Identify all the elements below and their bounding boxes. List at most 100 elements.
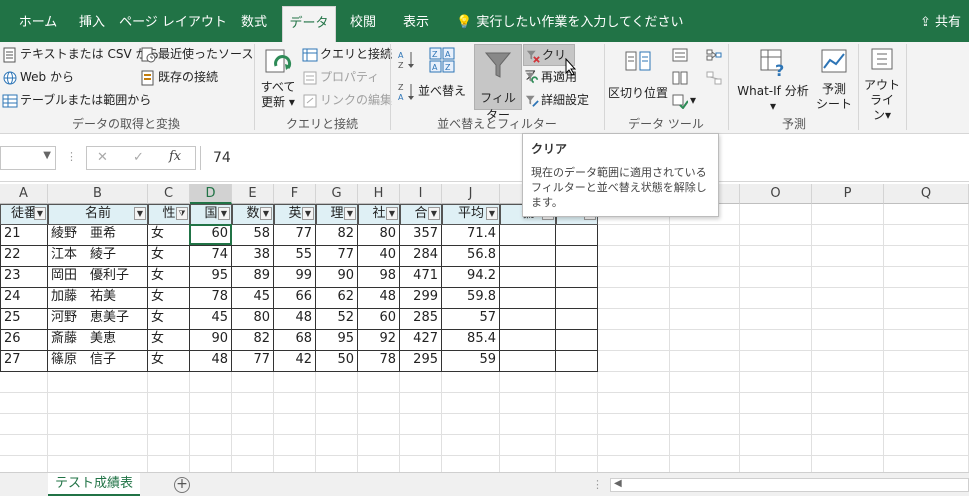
table-cell[interactable]: 女 [148, 225, 190, 246]
remove-duplicates-button[interactable] [672, 67, 690, 87]
worksheet-grid[interactable]: ABCDEFGHIJKLMNOPQ 徒番▼名前▼性⧩国▼数▼英▼理▼社▼合▼平均… [0, 182, 969, 477]
cell[interactable] [740, 414, 812, 435]
cell[interactable] [670, 246, 740, 267]
filter-dropdown-icon[interactable]: ▼ [344, 207, 356, 220]
name-box[interactable]: ▼ [0, 146, 56, 170]
cell[interactable] [884, 414, 969, 435]
filter-dropdown-icon[interactable]: ▼ [34, 207, 46, 220]
existing-connections-button[interactable]: 既存の接続 [140, 67, 218, 87]
cell[interactable] [190, 435, 232, 456]
table-cell[interactable]: 女 [148, 351, 190, 372]
insert-function-icon[interactable]: fx [169, 149, 181, 164]
tab-review[interactable]: 校閲 [340, 6, 386, 42]
cell[interactable] [556, 435, 598, 456]
table-cell[interactable]: 50 [316, 351, 358, 372]
cell[interactable] [232, 414, 274, 435]
cell[interactable] [670, 267, 740, 288]
column-header[interactable]: I [400, 184, 442, 204]
table-cell[interactable]: 斎藤 美恵 [48, 330, 148, 351]
table-cell[interactable]: 59 [442, 351, 500, 372]
table-header-cell[interactable]: 社 ▼ [358, 204, 400, 225]
table-cell[interactable]: 95 [190, 267, 232, 288]
table-cell[interactable]: 38 [232, 246, 274, 267]
cell[interactable] [598, 288, 670, 309]
recent-sources-button[interactable]: 最近使ったソース [140, 44, 253, 64]
cell[interactable] [316, 393, 358, 414]
cell[interactable] [500, 414, 556, 435]
refresh-all-button[interactable]: すべて 更新 ▾ [258, 46, 298, 110]
cell[interactable] [400, 372, 442, 393]
cell[interactable] [598, 246, 670, 267]
table-cell[interactable]: 女 [148, 267, 190, 288]
cell[interactable] [442, 414, 500, 435]
cell[interactable] [316, 372, 358, 393]
table-cell[interactable] [556, 288, 598, 309]
cell[interactable] [400, 414, 442, 435]
table-cell[interactable] [556, 330, 598, 351]
table-header-cell[interactable]: 名前 ▼ [48, 204, 148, 225]
column-header[interactable]: G [316, 184, 358, 204]
cell[interactable] [670, 309, 740, 330]
cell[interactable] [598, 393, 670, 414]
table-cell[interactable] [500, 330, 556, 351]
cell[interactable] [670, 372, 740, 393]
table-cell[interactable]: 59.8 [442, 288, 500, 309]
cell[interactable] [884, 225, 969, 246]
table-cell[interactable]: 42 [274, 351, 316, 372]
cell[interactable] [884, 393, 969, 414]
column-header[interactable]: Q [884, 184, 969, 204]
cell[interactable] [670, 351, 740, 372]
table-cell[interactable] [500, 309, 556, 330]
table-cell[interactable]: 河野 恵美子 [48, 309, 148, 330]
table-header-cell[interactable]: 徒番 ▼ [0, 204, 48, 225]
table-cell[interactable] [500, 246, 556, 267]
text-to-columns-button[interactable]: 区切り位置 [608, 46, 668, 101]
table-cell[interactable]: 299 [400, 288, 442, 309]
table-cell[interactable]: 女 [148, 309, 190, 330]
enter-icon[interactable]: ✓ [133, 150, 144, 165]
table-cell[interactable]: 23 [0, 267, 48, 288]
table-cell[interactable]: 22 [0, 246, 48, 267]
cell[interactable] [48, 435, 148, 456]
cell[interactable] [500, 372, 556, 393]
table-cell[interactable]: 女 [148, 288, 190, 309]
table-cell[interactable]: 加藤 祐美 [48, 288, 148, 309]
share-button[interactable]: ⇪ 共有 [920, 6, 961, 40]
queries-connections-button[interactable]: クエリと接続 [302, 44, 392, 64]
table-cell[interactable]: 284 [400, 246, 442, 267]
table-cell[interactable]: 25 [0, 309, 48, 330]
table-cell[interactable]: 95 [316, 330, 358, 351]
cell[interactable] [556, 414, 598, 435]
table-cell[interactable]: 40 [358, 246, 400, 267]
cell[interactable] [232, 393, 274, 414]
cell[interactable] [556, 393, 598, 414]
table-cell[interactable]: 94.2 [442, 267, 500, 288]
cell[interactable] [884, 204, 969, 225]
cell[interactable] [812, 267, 884, 288]
cell[interactable] [884, 246, 969, 267]
column-header[interactable]: O [740, 184, 812, 204]
table-cell[interactable]: 57 [442, 309, 500, 330]
cell[interactable] [190, 393, 232, 414]
table-cell[interactable]: 77 [232, 351, 274, 372]
cell[interactable] [598, 372, 670, 393]
what-if-button[interactable]: ? What-If 分析 ▾ [734, 46, 812, 114]
cell[interactable] [190, 414, 232, 435]
filter-dropdown-icon[interactable]: ▼ [302, 207, 314, 220]
cell[interactable] [358, 393, 400, 414]
cell[interactable] [670, 414, 740, 435]
cell[interactable] [884, 267, 969, 288]
cell[interactable] [598, 309, 670, 330]
table-header-cell[interactable]: 国 ▼ [190, 204, 232, 225]
table-header-cell[interactable]: 合 ▼ [400, 204, 442, 225]
cell[interactable] [884, 435, 969, 456]
cell[interactable] [740, 372, 812, 393]
tab-page-layout[interactable]: ページ レイアウト [118, 6, 228, 42]
column-header[interactable]: P [812, 184, 884, 204]
table-cell[interactable] [556, 267, 598, 288]
cell[interactable] [148, 435, 190, 456]
cell[interactable] [48, 372, 148, 393]
column-header[interactable]: D [190, 184, 232, 204]
cell[interactable] [232, 372, 274, 393]
table-cell[interactable]: 52 [316, 309, 358, 330]
